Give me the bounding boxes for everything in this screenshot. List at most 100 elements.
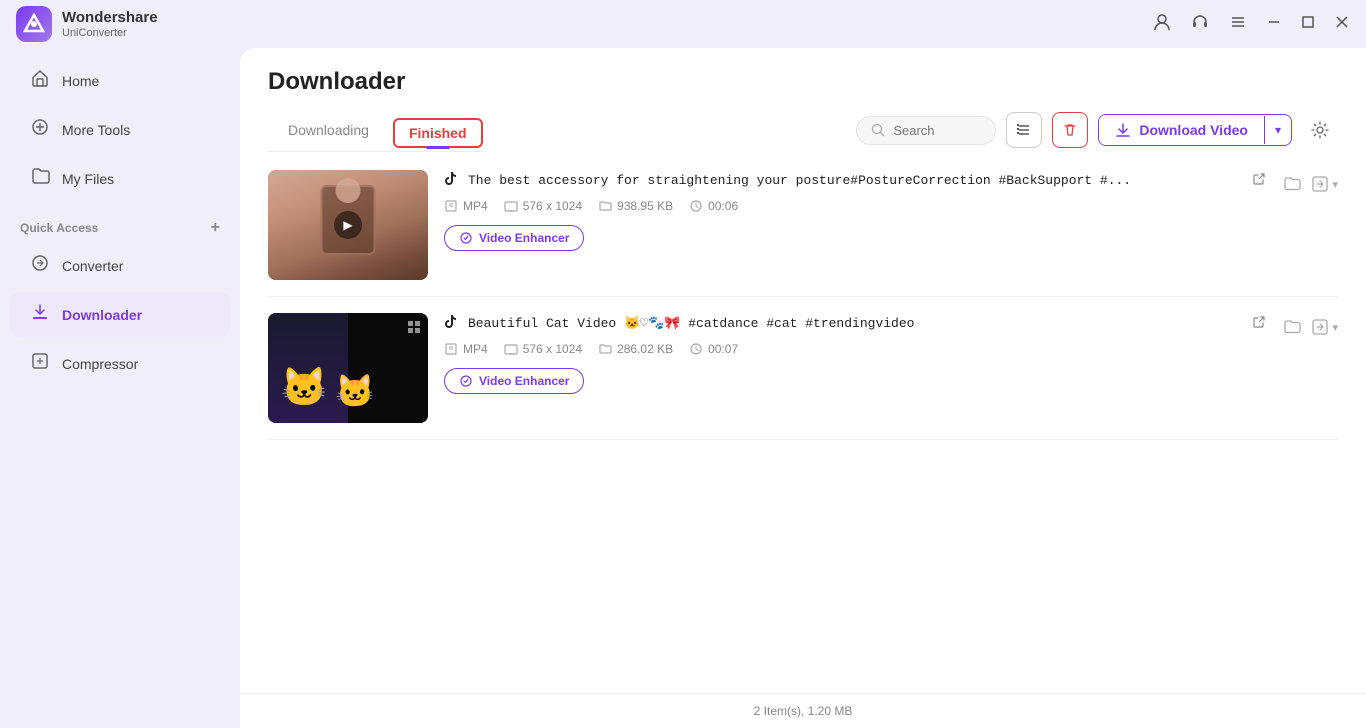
status-text: 2 Item(s), 1.20 MB — [754, 704, 853, 718]
app-logo — [16, 6, 52, 42]
user-icon[interactable] — [1152, 12, 1172, 37]
list-icon[interactable] — [1228, 12, 1248, 37]
duration-value-2: 00:07 — [708, 342, 738, 356]
folder-icon-2 — [598, 342, 612, 356]
quick-access-header: Quick Access + — [0, 211, 240, 241]
settings-button[interactable] — [1302, 112, 1338, 148]
app-name-top: Wondershare — [62, 9, 158, 27]
sidebar-item-compressor-label: Compressor — [62, 356, 138, 372]
video-thumbnail-2: 🐱 🐱 — [268, 313, 428, 423]
meta-resolution-1: 576 x 1024 — [504, 199, 582, 213]
home-icon — [30, 68, 50, 93]
open-folder-button-1[interactable] — [1282, 174, 1302, 194]
video-meta-1: MP4 576 x 1024 938.95 KB 00:06 — [444, 199, 1266, 213]
resolution-icon-2 — [504, 342, 518, 356]
clock-icon-2 — [689, 342, 703, 356]
quick-access-label: Quick Access — [20, 221, 98, 235]
video-enhancer-button-2[interactable]: Video Enhancer — [444, 368, 584, 394]
app-body: Home More Tools My Files Quick Access + … — [0, 48, 1366, 728]
video-thumbnail-1: ▶ — [268, 170, 428, 280]
external-link-icon-1[interactable] — [1252, 172, 1266, 189]
video-actions-2: ▾ — [1282, 313, 1338, 337]
sidebar-item-compressor[interactable]: Compressor — [10, 341, 230, 386]
format-icon-1 — [444, 199, 458, 213]
my-files-icon — [30, 166, 50, 191]
page-title: Downloader — [268, 68, 1338, 96]
folder-icon-1 — [598, 199, 612, 213]
video-item: ▶ The best accessory for straightening y… — [268, 154, 1338, 297]
size-value-2: 286.02 KB — [617, 342, 673, 356]
tab-downloading[interactable]: Downloading — [268, 114, 389, 152]
minimize-button[interactable] — [1266, 14, 1282, 35]
compressor-icon — [30, 351, 50, 376]
delete-button[interactable] — [1052, 112, 1088, 148]
tiktok-icon-2 — [444, 313, 460, 334]
sidebar-item-more-tools[interactable]: More Tools — [10, 107, 230, 152]
list-view-button[interactable] — [1006, 112, 1042, 148]
search-icon — [871, 123, 885, 137]
titlebar-controls — [1152, 12, 1350, 37]
external-link-icon-2[interactable] — [1252, 315, 1266, 332]
convert-dropdown-arrow-2[interactable]: ▾ — [1332, 321, 1338, 334]
status-bar: 2 Item(s), 1.20 MB — [240, 693, 1366, 728]
meta-duration-2: 00:07 — [689, 342, 738, 356]
close-button[interactable] — [1334, 14, 1350, 35]
more-tools-icon — [30, 117, 50, 142]
download-icon — [1115, 122, 1131, 138]
format-value-1: MP4 — [463, 199, 488, 213]
video-meta-2: MP4 576 x 1024 286.02 KB 00:07 — [444, 342, 1266, 356]
main-content: Downloader Downloading Finished — [240, 48, 1366, 728]
meta-resolution-2: 576 x 1024 — [504, 342, 582, 356]
resolution-icon-1 — [504, 199, 518, 213]
convert-button-2[interactable]: ▾ — [1310, 317, 1338, 337]
video-info-1: The best accessory for straightening you… — [444, 170, 1266, 251]
download-video-dropdown[interactable]: ▾ — [1264, 116, 1291, 144]
sidebar-item-my-files[interactable]: My Files — [10, 156, 230, 201]
clock-icon-1 — [689, 199, 703, 213]
duration-value-1: 00:06 — [708, 199, 738, 213]
video-info-2: Beautiful Cat Video 🐱♡🐾🎀 #catdance #cat … — [444, 313, 1266, 394]
sidebar-item-my-files-label: My Files — [62, 171, 114, 187]
sidebar-item-home-label: Home — [62, 73, 99, 89]
search-input[interactable] — [893, 123, 973, 138]
video-item-2: 🐱 🐱 Beautiful Cat Video 🐱♡🐾🎀 #catdan — [268, 297, 1338, 440]
maximize-button[interactable] — [1300, 14, 1316, 35]
tiktok-icon-1 — [444, 170, 460, 191]
quick-access-add-button[interactable]: + — [211, 219, 220, 237]
video-actions-1: ▾ — [1282, 170, 1338, 194]
resolution-value-1: 576 x 1024 — [523, 199, 582, 213]
sidebar-item-downloader[interactable]: Downloader — [10, 292, 230, 337]
search-box[interactable] — [856, 116, 996, 145]
headset-icon[interactable] — [1190, 12, 1210, 37]
size-value-1: 938.95 KB — [617, 199, 673, 213]
sidebar-item-downloader-label: Downloader — [62, 307, 142, 323]
tab-active-underline — [426, 146, 450, 149]
app-name-block: Wondershare UniConverter — [62, 9, 158, 39]
converter-icon — [30, 253, 50, 278]
tabs-bar: Downloading Finished — [268, 114, 483, 152]
video-list: ▶ The best accessory for straightening y… — [240, 154, 1366, 693]
meta-format-2: MP4 — [444, 342, 488, 356]
video-enhancer-button-1[interactable]: Video Enhancer — [444, 225, 584, 251]
tab-finished[interactable]: Finished — [393, 118, 483, 148]
app-name-sub: UniConverter — [62, 27, 158, 39]
sidebar-item-converter[interactable]: Converter — [10, 243, 230, 288]
convert-dropdown-arrow-1[interactable]: ▾ — [1332, 178, 1338, 191]
meta-size-1: 938.95 KB — [598, 199, 673, 213]
convert-button-1[interactable]: ▾ — [1310, 174, 1338, 194]
download-video-button[interactable]: Download Video ▾ — [1098, 114, 1292, 146]
video-title-1: The best accessory for straightening you… — [468, 173, 1244, 188]
resolution-value-2: 576 x 1024 — [523, 342, 582, 356]
toolbar: Download Video ▾ — [856, 112, 1338, 154]
download-video-main[interactable]: Download Video — [1099, 115, 1264, 145]
sidebar-item-home[interactable]: Home — [10, 58, 230, 103]
download-video-label: Download Video — [1139, 122, 1248, 138]
grid-icon-2 — [406, 319, 422, 338]
play-button-1[interactable]: ▶ — [334, 211, 362, 239]
open-folder-button-2[interactable] — [1282, 317, 1302, 337]
meta-duration-1: 00:06 — [689, 199, 738, 213]
sidebar-item-more-tools-label: More Tools — [62, 122, 130, 138]
meta-format-1: MP4 — [444, 199, 488, 213]
downloader-icon — [30, 302, 50, 327]
sidebar-item-converter-label: Converter — [62, 258, 123, 274]
